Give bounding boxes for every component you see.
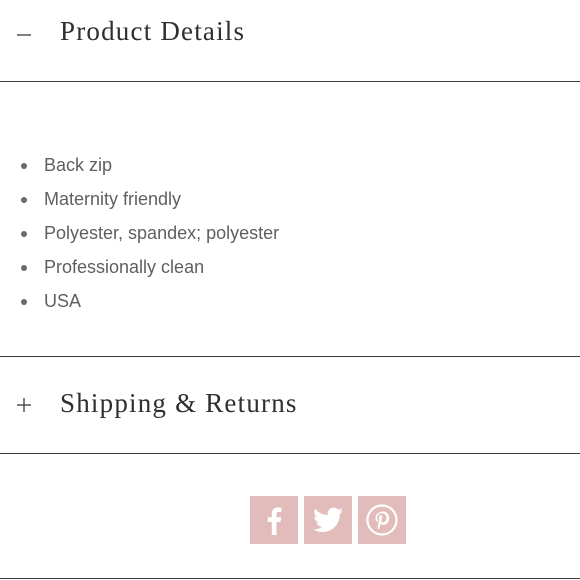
bullet xyxy=(21,265,27,271)
bullet xyxy=(21,163,27,169)
bullet xyxy=(21,197,27,203)
list-item: Professionally clean xyxy=(0,250,279,284)
minus-icon[interactable] xyxy=(16,27,32,43)
list-item-text: USA xyxy=(44,291,82,311)
pinterest-icon xyxy=(366,504,398,536)
bullet xyxy=(21,231,27,237)
facebook-icon xyxy=(267,507,282,535)
bullet xyxy=(21,299,27,305)
list-item: USA xyxy=(0,284,279,318)
list-item-text: Professionally clean xyxy=(44,257,205,277)
shipping-returns-title: Shipping & Returns xyxy=(60,388,298,418)
list-item: Back zip xyxy=(0,148,279,182)
twitter-icon xyxy=(313,507,343,532)
list-item: Maternity friendly xyxy=(0,182,279,216)
divider xyxy=(0,453,580,454)
divider xyxy=(0,81,580,82)
product-details-header[interactable]: Product Details xyxy=(0,0,580,70)
divider xyxy=(0,578,580,579)
shipping-returns-header[interactable]: Shipping & Returns xyxy=(0,358,580,452)
facebook-share-button[interactable] xyxy=(250,496,298,544)
plus-icon[interactable] xyxy=(16,397,32,413)
list-item-text: Polyester, spandex; polyester xyxy=(44,223,280,243)
list-item-text: Maternity friendly xyxy=(44,189,182,209)
twitter-share-button[interactable] xyxy=(304,496,352,544)
pinterest-share-button[interactable] xyxy=(358,496,406,544)
share-buttons xyxy=(250,496,406,544)
product-details-title: Product Details xyxy=(60,16,246,46)
list-item: Polyester, spandex; polyester xyxy=(0,216,279,250)
product-details-list: Back zip Maternity friendly Polyester, s… xyxy=(0,148,279,318)
list-item-text: Back zip xyxy=(44,155,113,175)
divider xyxy=(0,356,580,357)
